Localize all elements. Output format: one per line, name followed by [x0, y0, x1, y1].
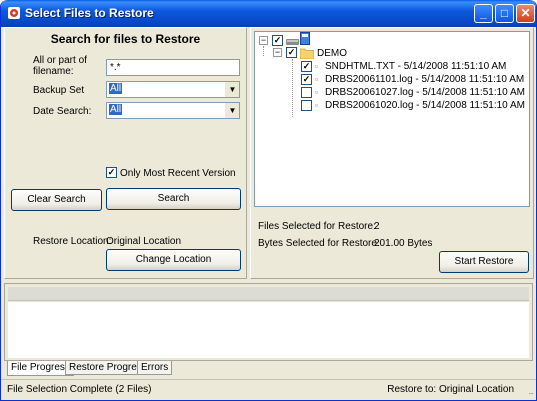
tree-collapse-demo[interactable]: −	[273, 48, 282, 57]
status-message: File Selection Complete (2 Files)	[7, 384, 152, 395]
folder-label[interactable]: DEMO	[317, 48, 347, 59]
minimize-button[interactable]: _	[474, 4, 493, 23]
backup-set-select[interactable]: All ▼	[106, 81, 240, 98]
resize-grip-icon[interactable]: ...	[528, 386, 533, 396]
filename-label: All or part of filename:	[33, 55, 87, 77]
maximize-button[interactable]: □	[495, 4, 514, 23]
chevron-down-icon[interactable]: ▼	[225, 82, 239, 97]
file-row-2[interactable]: DRBS20061101.log - 5/14/2008 11:51:10 AM	[325, 74, 524, 85]
app-icon	[8, 7, 20, 19]
start-restore-button[interactable]: Start Restore	[439, 251, 529, 273]
file-icon: ▫	[315, 61, 319, 71]
file-icon: ▫	[315, 74, 319, 84]
file-icon: ▫	[315, 100, 319, 110]
bytes-selected-value: 201.00 Bytes	[374, 238, 433, 249]
close-icon: ✕	[520, 6, 531, 20]
backup-set-value: All	[109, 83, 123, 94]
search-heading: Search for files to Restore	[50, 32, 201, 46]
file-tree[interactable]: − ✓ − ✓ DEMO ✓ ▫ SNDHTML.TXT - 5/14/2008…	[254, 31, 530, 207]
tree-collapse-root[interactable]: −	[259, 36, 268, 45]
file-row-4[interactable]: DRBS20061020.log - 5/14/2008 11:51:10 AM	[325, 100, 525, 111]
root-checkbox[interactable]: ✓	[272, 35, 283, 46]
file-checkbox[interactable]	[301, 100, 312, 111]
change-location-button[interactable]: Change Location	[106, 249, 241, 271]
file-icon: ▫	[315, 87, 319, 97]
log-area[interactable]	[8, 302, 529, 358]
date-search-value: All	[109, 104, 123, 115]
date-search-label: Date Search:	[33, 106, 92, 117]
most-recent-label: Only Most Recent Version	[120, 168, 236, 179]
most-recent-checkbox[interactable]: ✓	[106, 167, 117, 178]
bytes-selected-label: Bytes Selected for Restore:	[258, 238, 380, 249]
filename-input[interactable]: *.*	[106, 59, 240, 76]
restore-location-label: Restore Location:	[33, 236, 112, 247]
selection-panel: − ✓ − ✓ DEMO ✓ ▫ SNDHTML.TXT - 5/14/2008…	[250, 27, 534, 279]
log-header	[8, 287, 529, 301]
files-selected-value: 2	[374, 221, 380, 232]
minimize-icon: _	[480, 6, 487, 20]
file-row-3[interactable]: DRBS20061027.log - 5/14/2008 11:51:10 AM	[325, 87, 525, 98]
maximize-icon: □	[500, 6, 509, 20]
chevron-down-icon[interactable]: ▼	[225, 103, 239, 118]
file-row-1[interactable]: SNDHTML.TXT - 5/14/2008 11:51:10 AM	[325, 61, 506, 72]
status-restore-target: Restore to: Original Location	[387, 384, 514, 395]
progress-panel	[4, 283, 533, 361]
close-button[interactable]: ✕	[516, 4, 535, 23]
file-checkbox[interactable]	[301, 87, 312, 98]
window-title: Select Files to Restore	[25, 6, 154, 20]
backup-set-label: Backup Set	[33, 85, 85, 96]
clear-search-button[interactable]: Clear Search	[11, 189, 102, 211]
file-checkbox[interactable]: ✓	[301, 74, 312, 85]
tree-connector	[263, 46, 264, 56]
folder-checkbox[interactable]: ✓	[286, 47, 297, 58]
status-bar: File Selection Complete (2 Files) Restor…	[1, 379, 536, 400]
date-search-select[interactable]: All ▼	[106, 102, 240, 119]
restore-window: Select Files to Restore _ □ ✕ Search for…	[0, 0, 537, 401]
drive-icon	[286, 39, 299, 45]
tab-errors[interactable]: Errors	[137, 361, 173, 375]
files-selected-label: Files Selected for Restore:	[258, 221, 376, 232]
title-bar[interactable]: Select Files to Restore _ □ ✕	[1, 0, 536, 27]
restore-location-value: Original Location	[106, 236, 182, 247]
file-checkbox[interactable]: ✓	[301, 61, 312, 72]
tree-connector	[292, 59, 293, 117]
folder-icon	[300, 48, 314, 59]
tab-file-progress[interactable]: File Progress	[7, 361, 74, 376]
search-panel: Search for files to Restore All or part …	[4, 27, 247, 279]
search-button[interactable]: Search	[106, 188, 241, 210]
backup-icon	[300, 32, 310, 45]
